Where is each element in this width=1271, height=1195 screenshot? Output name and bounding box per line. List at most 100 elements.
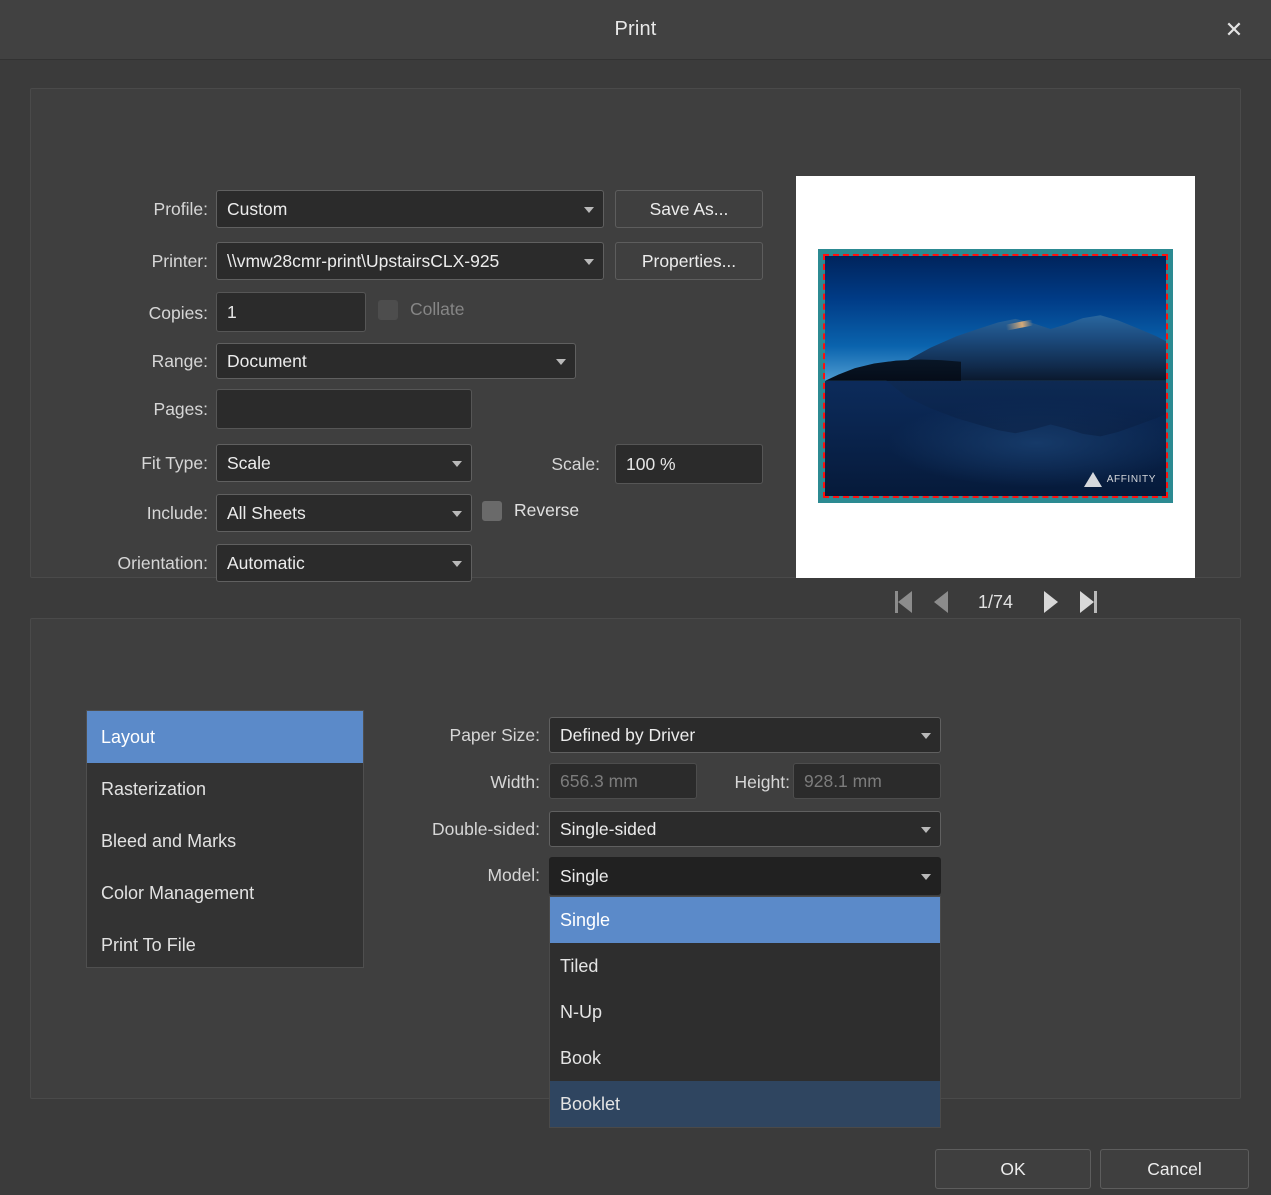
preview-trim-marks: AFFINITY xyxy=(823,254,1168,498)
chevron-down-icon xyxy=(921,874,931,880)
ok-button[interactable]: OK xyxy=(935,1149,1091,1189)
collate-checkbox[interactable] xyxy=(378,300,398,320)
pages-label: Pages: xyxy=(60,399,208,420)
sidebar-item-label: Rasterization xyxy=(101,779,206,800)
range-value: Document xyxy=(227,351,307,372)
affinity-wordmark: AFFINITY xyxy=(1107,474,1156,485)
page-indicator: 1/74 xyxy=(970,592,1022,613)
dropdown-option-label: Single xyxy=(560,910,610,931)
dropdown-option-n-up[interactable]: N-Up xyxy=(550,989,940,1035)
chevron-down-icon xyxy=(556,359,566,365)
dropdown-option-label: N-Up xyxy=(560,1002,602,1023)
dialog-title: Print xyxy=(0,18,1271,41)
model-label: Model: xyxy=(390,865,540,886)
chevron-down-icon xyxy=(921,827,931,833)
fit-type-combo[interactable]: Scale xyxy=(216,444,472,482)
sidebar-item-label: Color Management xyxy=(101,883,254,904)
height-input[interactable]: 928.1 mm xyxy=(793,763,941,799)
height-value: 928.1 mm xyxy=(804,771,882,792)
scale-value: 100 % xyxy=(626,454,676,475)
width-label: Width: xyxy=(390,772,540,793)
reverse-checkbox-row[interactable]: Reverse xyxy=(482,500,579,521)
double-sided-value: Single-sided xyxy=(560,819,656,840)
paper-size-combo[interactable]: Defined by Driver xyxy=(549,717,941,753)
dropdown-option-label: Tiled xyxy=(560,956,598,977)
width-input[interactable]: 656.3 mm xyxy=(549,763,697,799)
orientation-combo[interactable]: Automatic xyxy=(216,544,472,582)
next-page-icon[interactable] xyxy=(1044,591,1058,613)
print-preview: AFFINITY xyxy=(796,176,1195,578)
chevron-down-icon xyxy=(584,259,594,265)
sidebar-item-print-to-file[interactable]: Print To File xyxy=(87,919,363,971)
dialog-body: Profile: Custom Save As... Printer: \\vm… xyxy=(0,60,1271,1195)
pages-input[interactable] xyxy=(216,389,472,429)
profile-label: Profile: xyxy=(60,199,208,220)
sidebar-item-layout[interactable]: Layout xyxy=(87,711,363,763)
first-page-icon[interactable] xyxy=(895,591,912,613)
range-combo[interactable]: Document xyxy=(216,343,576,379)
cancel-button[interactable]: Cancel xyxy=(1100,1149,1249,1189)
scale-input[interactable]: 100 % xyxy=(615,444,763,484)
options-sidebar: Layout Rasterization Bleed and Marks Col… xyxy=(86,710,364,968)
width-value: 656.3 mm xyxy=(560,771,638,792)
chevron-down-icon xyxy=(584,207,594,213)
printer-combo[interactable]: \\vmw28cmr-print\UpstairsCLX-925 xyxy=(216,242,604,280)
scale-label: Scale: xyxy=(480,454,600,475)
preview-page-bleed: AFFINITY xyxy=(818,249,1173,503)
preview-artwork: AFFINITY xyxy=(825,256,1166,496)
sidebar-item-label: Layout xyxy=(101,727,155,748)
affinity-watermark: AFFINITY xyxy=(1084,472,1156,487)
reverse-checkbox[interactable] xyxy=(482,501,502,521)
orientation-value: Automatic xyxy=(227,553,305,574)
copies-label: Copies: xyxy=(60,303,208,324)
dropdown-option-single[interactable]: Single xyxy=(550,897,940,943)
sidebar-item-bleed-and-marks[interactable]: Bleed and Marks xyxy=(87,815,363,867)
orientation-label: Orientation: xyxy=(40,553,208,574)
prev-page-icon[interactable] xyxy=(934,591,948,613)
height-label: Height: xyxy=(700,772,790,793)
fit-type-value: Scale xyxy=(227,453,271,474)
sidebar-item-color-management[interactable]: Color Management xyxy=(87,867,363,919)
profile-value: Custom xyxy=(227,199,287,220)
double-sided-label: Double-sided: xyxy=(380,819,540,840)
chevron-down-icon xyxy=(921,733,931,739)
model-combo[interactable]: Single xyxy=(549,857,941,895)
collate-label: Collate xyxy=(410,299,464,320)
chevron-down-icon xyxy=(452,511,462,517)
profile-combo[interactable]: Custom xyxy=(216,190,604,228)
dropdown-option-book[interactable]: Book xyxy=(550,1035,940,1081)
copies-value: 1 xyxy=(227,302,237,323)
sidebar-item-rasterization[interactable]: Rasterization xyxy=(87,763,363,815)
save-as-button[interactable]: Save As... xyxy=(615,190,763,228)
sidebar-item-label: Print To File xyxy=(101,935,196,956)
preview-water-reflection xyxy=(886,381,1168,443)
sidebar-item-label: Bleed and Marks xyxy=(101,831,236,852)
model-dropdown-list[interactable]: Single Tiled N-Up Book Booklet xyxy=(549,896,941,1128)
dropdown-option-booklet[interactable]: Booklet xyxy=(550,1081,940,1127)
include-combo[interactable]: All Sheets xyxy=(216,494,472,532)
print-dialog: Print ✕ Profile: Custom Save As... Print… xyxy=(0,0,1271,1195)
properties-button[interactable]: Properties... xyxy=(615,242,763,280)
chevron-down-icon xyxy=(452,461,462,467)
range-label: Range: xyxy=(60,351,208,372)
dropdown-option-label: Booklet xyxy=(560,1094,620,1115)
include-label: Include: xyxy=(60,503,208,524)
model-value: Single xyxy=(560,866,609,887)
double-sided-combo[interactable]: Single-sided xyxy=(549,811,941,847)
printer-value: \\vmw28cmr-print\UpstairsCLX-925 xyxy=(227,251,499,272)
affinity-logo-icon xyxy=(1084,472,1102,487)
collate-checkbox-row[interactable]: Collate xyxy=(378,299,464,320)
include-value: All Sheets xyxy=(227,503,306,524)
chevron-down-icon xyxy=(452,561,462,567)
last-page-icon[interactable] xyxy=(1080,591,1097,613)
printer-label: Printer: xyxy=(60,251,208,272)
dialog-titlebar: Print ✕ xyxy=(0,0,1271,60)
copies-input[interactable]: 1 xyxy=(216,292,366,332)
reverse-label: Reverse xyxy=(514,500,579,521)
paper-size-label: Paper Size: xyxy=(390,725,540,746)
dropdown-option-tiled[interactable]: Tiled xyxy=(550,943,940,989)
fit-type-label: Fit Type: xyxy=(60,453,208,474)
paper-size-value: Defined by Driver xyxy=(560,725,695,746)
close-icon[interactable]: ✕ xyxy=(1215,11,1253,49)
dropdown-option-label: Book xyxy=(560,1048,601,1069)
